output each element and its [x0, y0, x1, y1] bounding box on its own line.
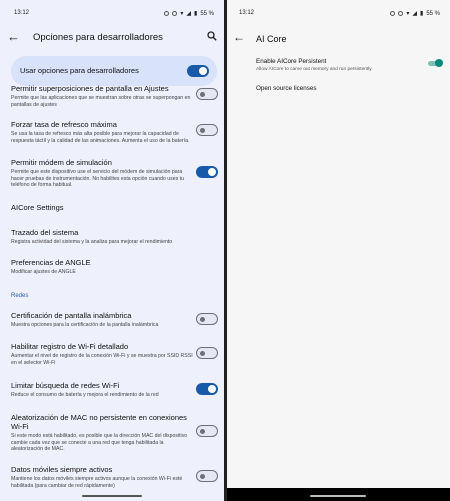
toggle-wifi-scan-throttling[interactable]	[196, 383, 218, 395]
back-arrow-icon[interactable]: ←	[7, 30, 20, 44]
setting-aicore[interactable]: AICore Settings	[11, 203, 193, 212]
toggle-mobile-data-always-on[interactable]	[196, 470, 218, 482]
back-arrow-icon[interactable]: ←	[233, 31, 245, 44]
signal-icon: ◢	[186, 11, 191, 17]
battery-level: 55 %	[200, 10, 214, 17]
top-app-bar: ← AI Core	[227, 30, 450, 48]
aicore-screen: 13:12 ▾ ◢ ▮ 55 % ← AI Core Enable AICore…	[227, 0, 450, 501]
open-source-licenses-link[interactable]: Open source licenses	[256, 85, 317, 92]
gesture-handle[interactable]	[310, 495, 366, 497]
search-icon[interactable]	[207, 31, 217, 41]
toggle-wifi-verbose-logging[interactable]	[196, 347, 218, 359]
setting-force-max-refresh[interactable]: Forzar tasa de refresco máxima Se usa la…	[11, 120, 193, 144]
toggle-aicore-persistent[interactable]	[428, 59, 443, 67]
setting-system-tracing[interactable]: Trazado del sistema Registra actividad d…	[11, 228, 193, 246]
dnd-icon	[398, 11, 404, 16]
setting-mac-randomization[interactable]: Aleatorización de MAC no persistente en …	[11, 413, 193, 453]
setting-wifi-scan-throttling[interactable]: Limitar búsqueda de redes Wi-Fi Reduce e…	[11, 381, 193, 399]
page-title: AI Core	[256, 34, 287, 44]
battery-icon: ▮	[194, 11, 198, 17]
alarm-icon	[164, 11, 170, 16]
setting-overlay-in-settings[interactable]: Permitir superposiciones de pantalla en …	[11, 84, 193, 108]
master-toggle-switch[interactable]	[187, 65, 209, 77]
setting-aicore-persistent[interactable]: Enable AICore Persistent Allow AICore to…	[256, 58, 436, 72]
developer-options-screen: 13:12 ▾ ◢ ▮ 55 % ← Opciones para desarro…	[0, 0, 224, 501]
status-bar: 13:12 ▾ ◢ ▮ 55 %	[14, 10, 214, 18]
toggle-force-max-refresh[interactable]	[196, 124, 218, 136]
page-title: Opciones para desarrolladores	[33, 32, 163, 43]
gesture-handle[interactable]	[82, 495, 142, 497]
status-time: 13:12	[239, 10, 255, 16]
dnd-icon	[172, 11, 178, 16]
wifi-icon: ▾	[180, 11, 184, 17]
setting-angle-preferences[interactable]: Preferencias de ANGLE Modificar ajustes …	[11, 258, 193, 276]
wifi-icon: ▾	[406, 11, 410, 17]
toggle-overlay-in-settings[interactable]	[196, 88, 218, 100]
status-time: 13:12	[14, 10, 30, 16]
setting-wifi-verbose-logging[interactable]: Habilitar registro de Wi-Fi detallado Au…	[11, 342, 193, 366]
battery-level: 55 %	[426, 10, 440, 17]
signal-icon: ◢	[412, 11, 417, 17]
master-toggle-card[interactable]: Usar opciones para desarrolladores	[11, 56, 217, 86]
master-toggle-label: Usar opciones para desarrolladores	[20, 66, 139, 75]
section-header-networks: Redes	[11, 293, 29, 299]
toggle-wireless-display-cert[interactable]	[196, 313, 218, 325]
setting-wireless-display-cert[interactable]: Certificación de pantalla inalámbrica Mu…	[11, 311, 193, 329]
status-bar: 13:12 ▾ ◢ ▮ 55 %	[239, 10, 440, 18]
toggle-mock-modem[interactable]	[196, 166, 218, 178]
toggle-mac-randomization[interactable]	[196, 425, 218, 437]
setting-mobile-data-always-on[interactable]: Datos móviles siempre activos Mantiene l…	[11, 465, 193, 489]
alarm-icon	[390, 11, 396, 16]
battery-icon: ▮	[420, 11, 424, 17]
setting-mock-modem[interactable]: Permitir módem de simulación Permite que…	[11, 158, 193, 189]
top-app-bar: ← Opciones para desarrolladores	[0, 28, 224, 48]
